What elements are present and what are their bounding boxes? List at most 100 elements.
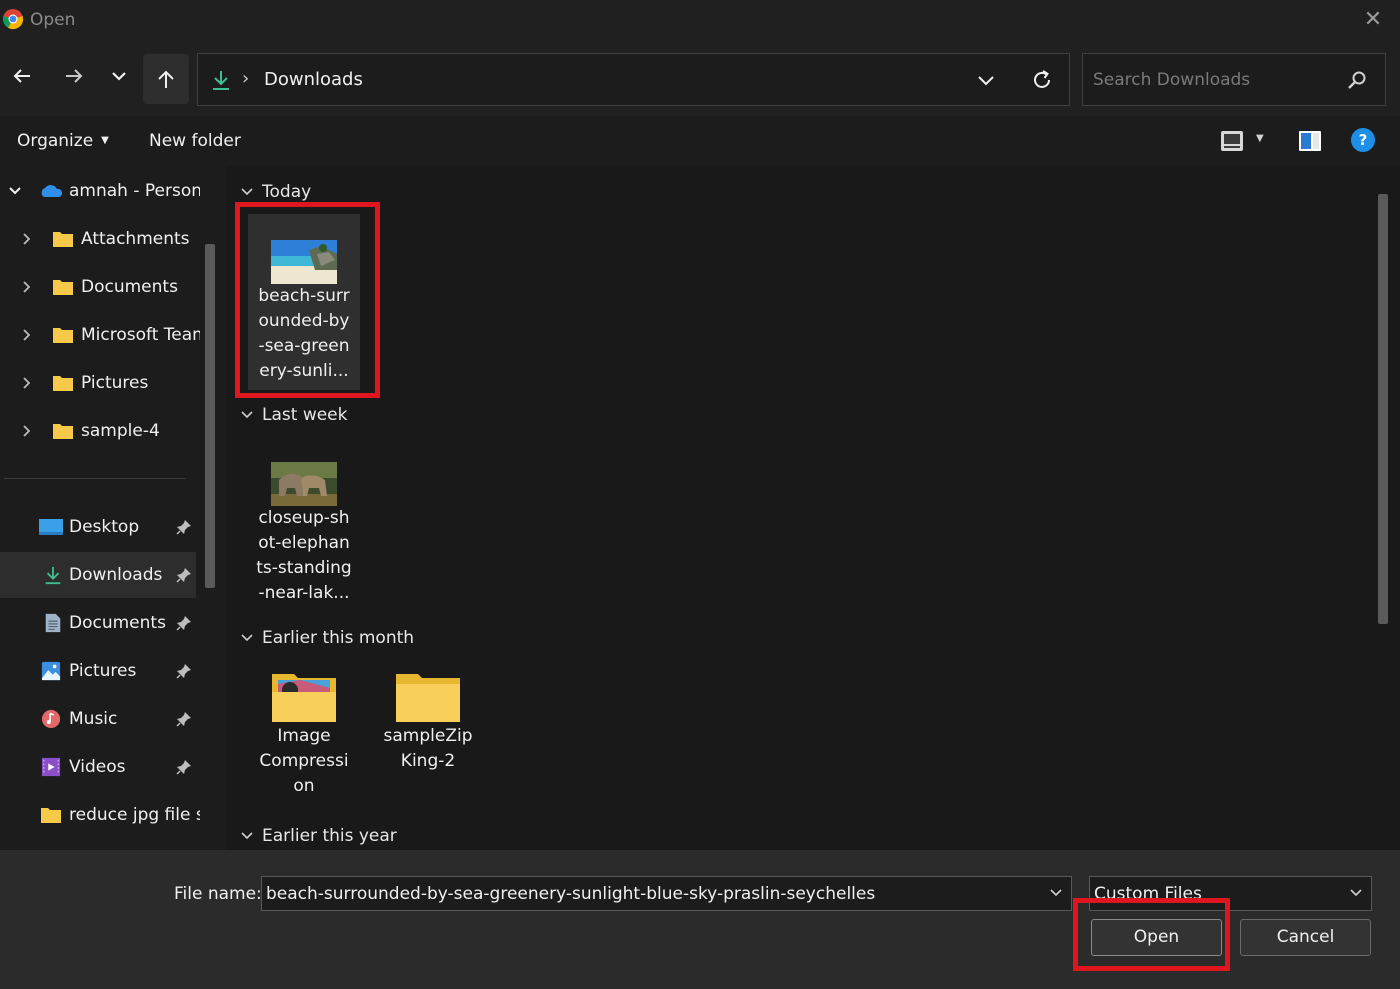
- refresh-icon[interactable]: [1030, 68, 1054, 92]
- file-item-name-line: Compressi: [259, 751, 349, 771]
- file-item-name-line: ts-standing: [256, 558, 352, 578]
- file-name-input[interactable]: [266, 881, 1046, 907]
- sidebar-item-downloads[interactable]: Downloads: [0, 552, 196, 598]
- sidebar-item-label: sample-4: [81, 421, 160, 441]
- sidebar-item-label: Microsoft Teams: [81, 325, 200, 345]
- navigation-bar: › Downloads Search Downloads: [0, 42, 1400, 116]
- file-item-name-line: King-2: [400, 751, 456, 771]
- sidebar-item-pictures[interactable]: Pictures: [0, 648, 196, 694]
- chevron-down-icon: [112, 72, 126, 81]
- chevron-down-icon: [1350, 889, 1362, 897]
- pin-icon[interactable]: [176, 615, 192, 631]
- group-header-last-week[interactable]: Last week: [240, 405, 347, 425]
- arrow-left-icon: [13, 69, 30, 83]
- folder-icon: [41, 808, 61, 823]
- sidebar-item-label: Desktop: [69, 517, 140, 537]
- sidebar-item-desktop[interactable]: Desktop: [0, 504, 196, 550]
- sidebar-item-reduce-jpg[interactable]: reduce jpg file si: [0, 792, 200, 838]
- group-header-earlier-this-year[interactable]: Earlier this year: [240, 826, 397, 846]
- sidebar-item-documents[interactable]: Documents: [0, 600, 196, 646]
- sidebar-item-label: amnah - Personal: [69, 181, 200, 201]
- file-item-elephants[interactable]: closeup-sh ot-elephan ts-standing -near-…: [248, 438, 360, 614]
- chevron-down-icon: [241, 411, 253, 419]
- pin-icon[interactable]: [176, 663, 192, 679]
- folder-item-image-compression[interactable]: Image Compressi on: [248, 666, 360, 816]
- dialog-footer: File name: Custom Files Open Cancel: [0, 850, 1400, 989]
- chevron-right-icon[interactable]: [20, 424, 34, 438]
- view-options-icon[interactable]: [1219, 128, 1245, 154]
- folder-item-samplezip-king-2[interactable]: sampleZip King-2: [372, 666, 484, 796]
- group-header-today[interactable]: Today: [240, 182, 311, 202]
- videos-icon: [41, 757, 61, 777]
- recent-locations-button[interactable]: [101, 58, 137, 94]
- pin-icon[interactable]: [176, 567, 192, 583]
- chevron-down-icon: [241, 188, 253, 196]
- sidebar-item-label: Pictures: [81, 373, 149, 393]
- cancel-button[interactable]: Cancel: [1240, 919, 1371, 956]
- highlight-box-selected-file: [235, 202, 380, 398]
- download-icon: [45, 566, 61, 585]
- search-placeholder: Search Downloads: [1093, 70, 1251, 90]
- chevron-right-icon[interactable]: [20, 280, 34, 294]
- group-header-earlier-this-month[interactable]: Earlier this month: [240, 628, 414, 648]
- file-item-name-line: closeup-sh: [258, 508, 350, 528]
- onedrive-cloud-icon: [41, 185, 63, 197]
- document-icon: [45, 613, 61, 633]
- sidebar-item-videos[interactable]: Videos: [0, 744, 196, 790]
- sidebar-item-label: Documents: [81, 277, 178, 297]
- sidebar-divider: [4, 478, 186, 479]
- sidebar-item-music[interactable]: Music: [0, 696, 196, 742]
- chevron-right-icon[interactable]: [20, 232, 34, 246]
- chevron-right-icon[interactable]: [20, 328, 34, 342]
- group-header-label: Earlier this month: [262, 628, 415, 648]
- desktop-icon: [39, 519, 63, 535]
- chevron-down-icon: [241, 634, 253, 642]
- group-header-label: Earlier this year: [262, 826, 397, 846]
- up-button[interactable]: [143, 54, 189, 104]
- help-icon[interactable]: ?: [1351, 128, 1375, 152]
- preview-pane-icon[interactable]: [1297, 128, 1323, 154]
- elephant-image-thumbnail: [271, 462, 337, 506]
- search-input[interactable]: Search Downloads: [1082, 53, 1386, 106]
- chevron-down-icon[interactable]: [1049, 886, 1063, 900]
- pin-icon[interactable]: [176, 759, 192, 775]
- group-header-label: Last week: [262, 405, 348, 425]
- breadcrumb-separator: ›: [242, 68, 250, 89]
- breadcrumb-downloads[interactable]: Downloads: [264, 69, 363, 90]
- arrow-right-icon: [66, 69, 83, 83]
- chevron-down-icon: [241, 832, 253, 840]
- folder-icon: [53, 232, 73, 247]
- forward-button[interactable]: [56, 58, 92, 94]
- sidebar-item-sample-4[interactable]: sample-4: [0, 408, 200, 454]
- arrow-up-icon: [158, 70, 174, 88]
- close-icon[interactable]: ✕: [1362, 9, 1384, 31]
- file-name-combobox[interactable]: [261, 876, 1072, 911]
- sidebar-item-documents-folder[interactable]: Documents: [0, 264, 200, 310]
- folder-icon: [53, 328, 73, 343]
- back-button[interactable]: [4, 58, 40, 94]
- content-scrollbar[interactable]: [1378, 194, 1388, 624]
- search-icon: [1348, 71, 1366, 89]
- sidebar-item-onedrive[interactable]: amnah - Personal: [0, 168, 200, 214]
- sidebar-item-attachments[interactable]: Attachments: [0, 216, 200, 262]
- sidebar-item-pictures-folder[interactable]: Pictures: [0, 360, 200, 406]
- download-icon: [213, 71, 229, 90]
- pin-icon[interactable]: [176, 519, 192, 535]
- sidebar-item-label: Attachments: [81, 229, 190, 249]
- new-folder-button[interactable]: New folder: [149, 131, 241, 151]
- view-options-caret-icon[interactable]: ▼: [1256, 133, 1264, 144]
- sidebar-item-label: Downloads: [69, 565, 163, 585]
- file-item-name-line: ot-elephan: [258, 533, 350, 553]
- group-header-label: Today: [262, 182, 312, 202]
- address-bar[interactable]: › Downloads: [197, 53, 1070, 106]
- chevron-down-icon[interactable]: [8, 184, 22, 198]
- command-bar: Organize ▼ New folder ▼ ?: [0, 116, 1400, 166]
- pin-icon[interactable]: [176, 711, 192, 727]
- file-name-label: File name:: [174, 884, 262, 904]
- sidebar-scrollbar[interactable]: [205, 244, 215, 588]
- sidebar-item-microsoft-teams[interactable]: Microsoft Teams: [0, 312, 200, 358]
- organize-button[interactable]: Organize ▼: [17, 131, 109, 151]
- chevron-down-icon[interactable]: [976, 70, 996, 90]
- chevron-right-icon[interactable]: [20, 376, 34, 390]
- file-list: Today beach-surr ounded-by -sea-green er…: [226, 166, 1400, 850]
